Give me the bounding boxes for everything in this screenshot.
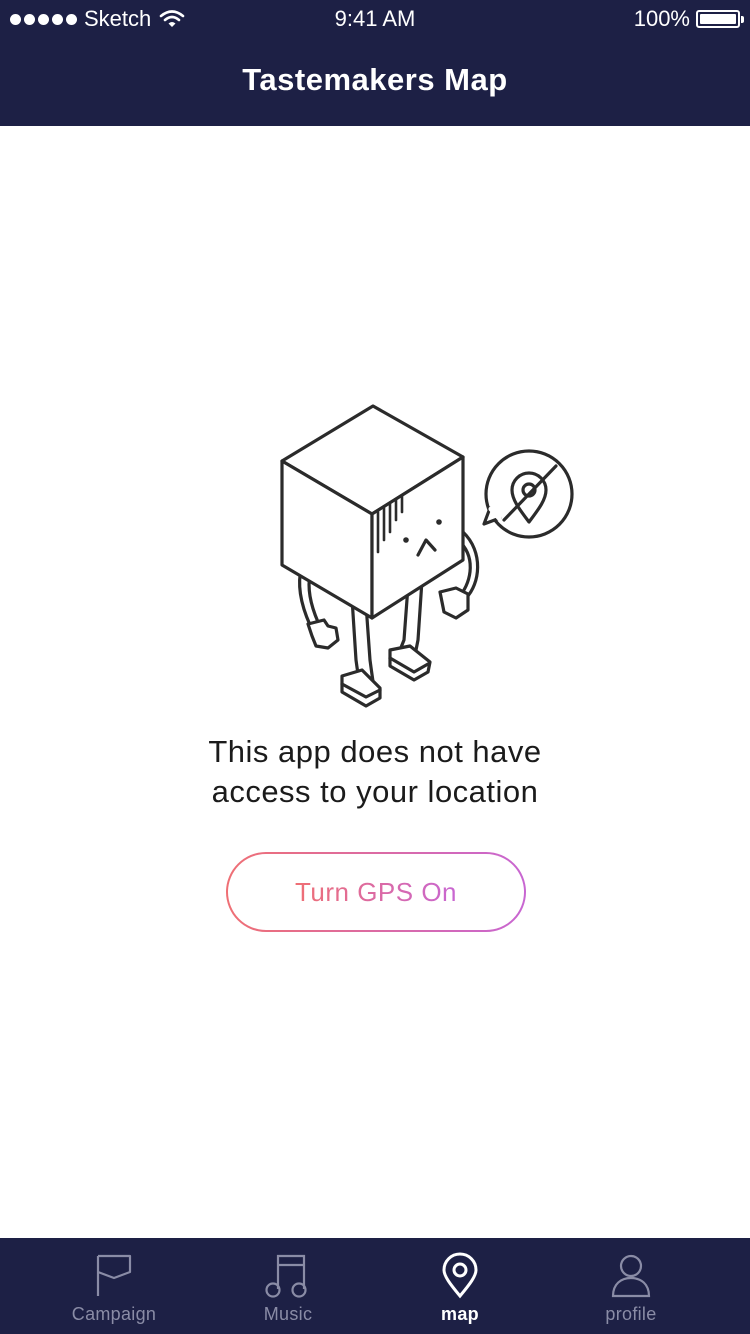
battery-percentage: 100%	[633, 6, 690, 31]
sad-cube-illustration	[280, 404, 574, 708]
page-title: Tastemakers Map	[242, 62, 508, 97]
tab-music[interactable]: Music	[208, 1238, 368, 1334]
tab-music-label: Music	[263, 1304, 313, 1324]
location-permission-message: This app does not have access to your lo…	[100, 732, 650, 812]
status-right: 100%	[633, 0, 744, 38]
user-icon	[611, 1254, 651, 1298]
tab-campaign[interactable]: Campaign	[34, 1238, 194, 1334]
turn-gps-on-button[interactable]: Turn GPS On	[226, 852, 526, 932]
tab-map[interactable]: map	[380, 1238, 540, 1334]
message-line-1: This app does not have	[208, 734, 542, 769]
bottom-tab-bar: Campaign Music map profile	[0, 1238, 750, 1334]
navigation-header: Sketch 9:41 AM 100% Tastemakers Map	[0, 0, 750, 126]
tab-profile-label: profile	[605, 1304, 657, 1324]
battery-icon	[696, 10, 744, 28]
status-bar: Sketch 9:41 AM 100%	[0, 0, 750, 40]
map-pin-icon	[442, 1252, 478, 1299]
message-line-2: access to your location	[211, 774, 539, 809]
tab-map-label: map	[441, 1304, 479, 1324]
flag-icon	[96, 1254, 132, 1296]
tab-campaign-label: Campaign	[71, 1304, 157, 1324]
turn-gps-on-label: Turn GPS On	[294, 876, 458, 907]
tab-profile[interactable]: profile	[551, 1238, 711, 1334]
music-note-icon	[265, 1254, 307, 1298]
